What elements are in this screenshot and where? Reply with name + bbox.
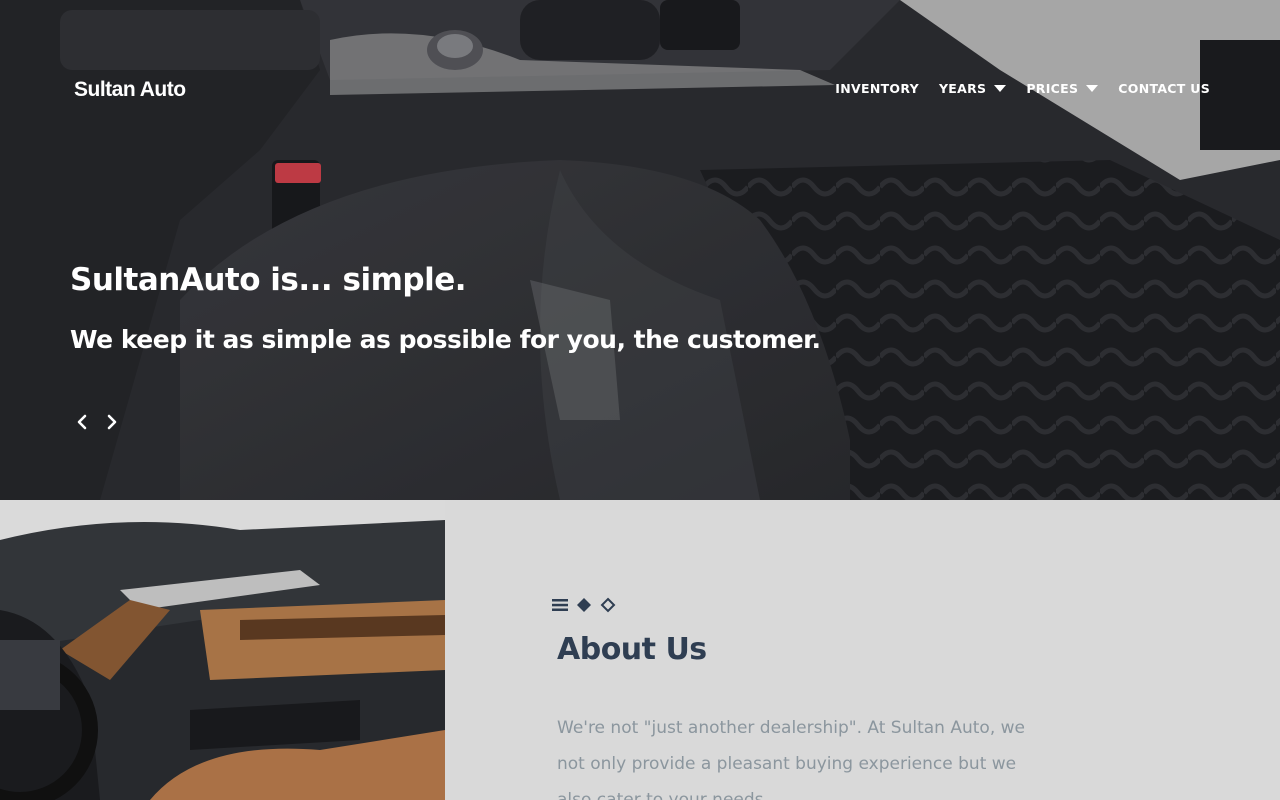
slider-next-button[interactable]	[100, 410, 124, 434]
nav-prices-dropdown[interactable]: PRICES	[1026, 81, 1099, 96]
main-nav: INVENTORY YEARS PRICES CONTACT US	[815, 81, 1210, 96]
caret-down-icon	[1086, 85, 1099, 92]
hero-title: SultanAuto is... simple.	[70, 262, 467, 298]
nav-years-dropdown[interactable]: YEARS	[938, 81, 1007, 96]
hero-subtitle: We keep it as simple as possible for you…	[70, 325, 821, 354]
slider-controls	[70, 410, 130, 434]
about-description: We're not "just another dealership". At …	[557, 718, 1025, 800]
nav-years-label: YEARS	[938, 81, 987, 96]
car-interior-photo	[0, 500, 445, 800]
nav-prices-label: PRICES	[1026, 81, 1079, 96]
car-dashboard-image	[0, 500, 445, 800]
brand-logo[interactable]: Sultan Auto	[74, 78, 186, 102]
chevron-right-icon	[107, 414, 117, 430]
section-ornament	[552, 597, 624, 613]
nav-inventory-label: INVENTORY	[835, 81, 919, 96]
chevron-left-icon	[77, 414, 87, 430]
caret-down-icon	[994, 85, 1007, 92]
about-section: About Us We're not "just another dealers…	[445, 500, 1280, 800]
hero-car-interior-image	[0, 0, 1280, 500]
slider-prev-button[interactable]	[70, 410, 94, 434]
about-title: About Us	[557, 632, 707, 667]
nav-contact-us[interactable]: CONTACT US	[1118, 81, 1210, 96]
hero-slider: Sultan Auto INVENTORY YEARS PRICES CONTA…	[0, 0, 1280, 500]
diamond-outline-icon	[600, 597, 616, 613]
nav-contact-label: CONTACT US	[1118, 81, 1210, 96]
nav-inventory[interactable]: INVENTORY	[835, 81, 919, 96]
menu-icon	[552, 598, 568, 612]
diamond-filled-icon	[576, 597, 592, 613]
